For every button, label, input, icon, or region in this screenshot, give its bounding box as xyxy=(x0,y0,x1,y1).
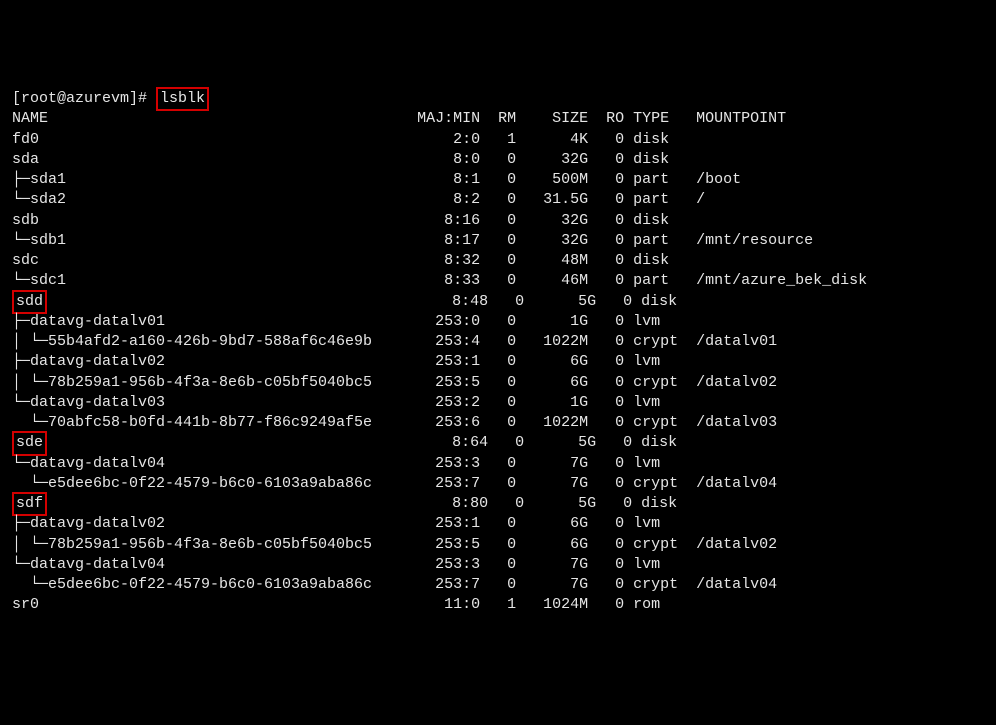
lsblk-row: └─datavg-datalv04 253:3 0 7G 0 lvm xyxy=(12,454,984,474)
highlighted-device: sde xyxy=(12,431,47,455)
lsblk-row: sda 8:0 0 32G 0 disk xyxy=(12,150,984,170)
lsblk-row: sdb 8:16 0 32G 0 disk xyxy=(12,211,984,231)
lsblk-row: └─sdc1 8:33 0 46M 0 part /mnt/azure_bek_… xyxy=(12,271,984,291)
lsblk-row: └─e5dee6bc-0f22-4579-b6c0-6103a9aba86c 2… xyxy=(12,474,984,494)
lsblk-row: └─datavg-datalv03 253:2 0 1G 0 lvm xyxy=(12,393,984,413)
lsblk-row: └─sdb1 8:17 0 32G 0 part /mnt/resource xyxy=(12,231,984,251)
lsblk-row: ├─sda1 8:1 0 500M 0 part /boot xyxy=(12,170,984,190)
lsblk-row: sde 8:64 0 5G 0 disk xyxy=(12,433,984,453)
lsblk-row: └─e5dee6bc-0f22-4579-b6c0-6103a9aba86c 2… xyxy=(12,575,984,595)
lsblk-row: ├─datavg-datalv01 253:0 0 1G 0 lvm xyxy=(12,312,984,332)
lsblk-row: └─datavg-datalv04 253:3 0 7G 0 lvm xyxy=(12,555,984,575)
lsblk-row: ├─datavg-datalv02 253:1 0 6G 0 lvm xyxy=(12,514,984,534)
lsblk-row: ├─datavg-datalv02 253:1 0 6G 0 lvm xyxy=(12,352,984,372)
lsblk-row: └─sda2 8:2 0 31.5G 0 part / xyxy=(12,190,984,210)
lsblk-row: fd0 2:0 1 4K 0 disk xyxy=(12,130,984,150)
lsblk-row: │ └─78b259a1-956b-4f3a-8e6b-c05bf5040bc5… xyxy=(12,373,984,393)
lsblk-row: sdc 8:32 0 48M 0 disk xyxy=(12,251,984,271)
highlighted-device: sdf xyxy=(12,492,47,516)
lsblk-command: lsblk xyxy=(156,87,209,111)
prompt-line[interactable]: [root@azurevm]# lsblk xyxy=(12,89,984,109)
lsblk-row: sr0 11:0 1 1024M 0 rom xyxy=(12,595,984,615)
highlighted-device: sdd xyxy=(12,290,47,314)
lsblk-row: │ └─55b4afd2-a160-426b-9bd7-588af6c46e9b… xyxy=(12,332,984,352)
lsblk-row: │ └─78b259a1-956b-4f3a-8e6b-c05bf5040bc5… xyxy=(12,535,984,555)
lsblk-header: NAME MAJ:MIN RM SIZE RO TYPE MOUNTPOINT xyxy=(12,109,984,129)
lsblk-row: sdd 8:48 0 5G 0 disk xyxy=(12,292,984,312)
lsblk-row: sdf 8:80 0 5G 0 disk xyxy=(12,494,984,514)
terminal-output: [root@azurevm]# lsblkNAME MAJ:MIN RM SIZ… xyxy=(12,89,984,616)
lsblk-row: └─70abfc58-b0fd-441b-8b77-f86c9249af5e 2… xyxy=(12,413,984,433)
